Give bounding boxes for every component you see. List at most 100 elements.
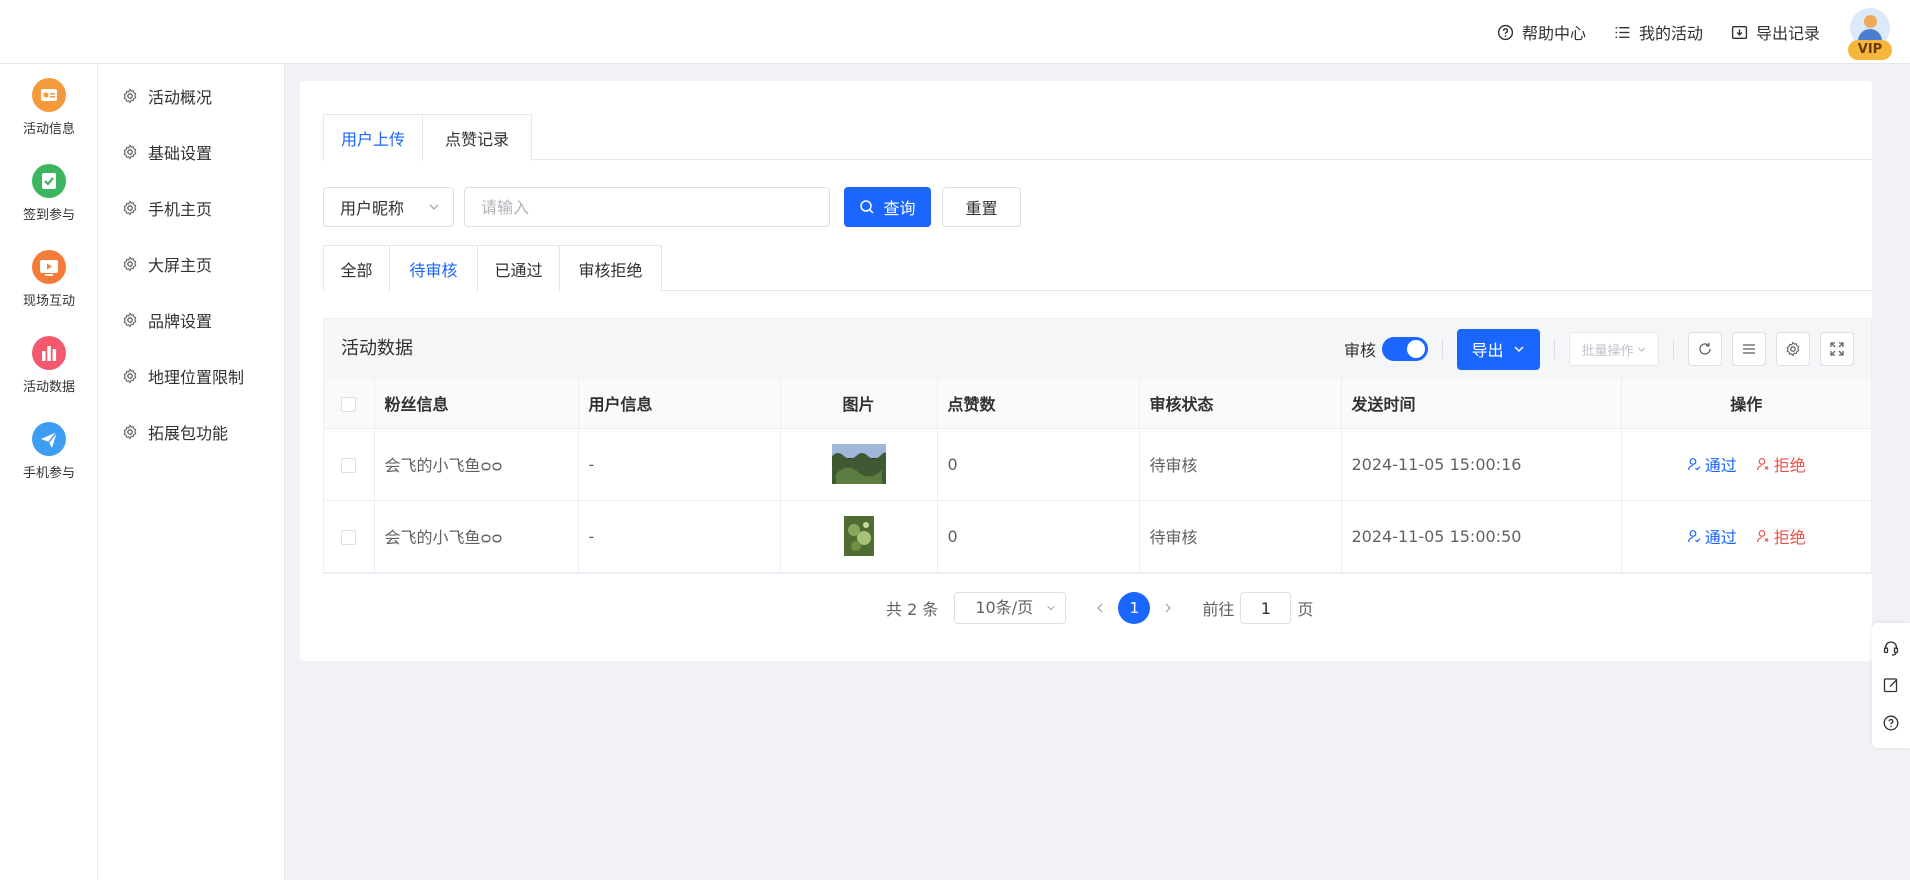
page-size-select[interactable]: 10条/页 <box>954 592 1067 624</box>
batch-label: 批量操作 <box>1581 343 1634 359</box>
tab-pending[interactable]: 待审核 <box>389 245 478 292</box>
pagination: 共 2 条 10条/页 1 前往 页 <box>886 592 1313 624</box>
approve-button[interactable]: 通过 <box>1687 452 1737 476</box>
export-records-link[interactable]: 导出记录 <box>1731 20 1820 44</box>
goto-page-input[interactable] <box>1240 592 1292 624</box>
page-number-current[interactable]: 1 <box>1118 592 1151 624</box>
refresh-icon <box>1699 342 1711 355</box>
tab-approved[interactable]: 已通过 <box>477 245 560 291</box>
activity-data-icon <box>32 335 66 370</box>
tab-rejected[interactable]: 审核拒绝 <box>559 245 662 291</box>
select-all-checkbox[interactable] <box>341 396 357 412</box>
reject-button[interactable]: 拒绝 <box>1756 524 1806 548</box>
subnav-item[interactable]: 活动概况 <box>98 68 284 124</box>
leftnav-label: 现场互动 <box>22 293 75 309</box>
photo-thumbnail[interactable] <box>843 516 874 556</box>
leftnav-item-mobile[interactable]: 手机参与 <box>0 408 98 494</box>
tab-like-records[interactable]: 点赞记录 <box>422 114 532 161</box>
subnav-item[interactable]: 品牌设置 <box>98 292 284 348</box>
data-table: 粉丝信息 用户信息 图片 点赞数 审核状态 发送时间 操作 会飞的小飞鱼ᴑᴑ - <box>324 379 1871 573</box>
divider <box>1554 339 1555 359</box>
page-size-value: 10条/页 <box>975 598 1034 617</box>
select-all-cell <box>324 379 375 429</box>
audit-label: 审核 <box>1343 341 1376 360</box>
query-button[interactable]: 查询 <box>844 187 931 227</box>
activity-info-icon <box>32 77 66 112</box>
audit-toggle[interactable] <box>1382 337 1428 361</box>
tab-user-upload[interactable]: 用户上传 <box>323 114 423 161</box>
chevron-down-icon <box>1513 346 1524 353</box>
customer-service-icon[interactable] <box>1882 639 1900 657</box>
col-send-time[interactable]: 发送时间 <box>1341 379 1622 429</box>
col-status[interactable]: 审核状态 <box>1139 379 1342 429</box>
batch-operation-button[interactable]: 批量操作 <box>1569 332 1659 366</box>
search-field-value: 用户昵称 <box>340 199 405 218</box>
table-title: 活动数据 <box>341 338 413 359</box>
image-cell <box>780 500 938 573</box>
fullscreen-button[interactable] <box>1820 332 1854 366</box>
fan-cell: 会飞的小飞鱼ᴑᴑ <box>374 500 579 573</box>
search-input[interactable] <box>464 187 830 227</box>
gear-icon <box>123 88 137 104</box>
refresh-button[interactable] <box>1688 332 1722 366</box>
row-checkbox[interactable] <box>341 457 357 473</box>
leftnav-item-activity-info[interactable]: 活动信息 <box>0 64 98 150</box>
toggle-knob <box>1407 340 1425 358</box>
subnav-item[interactable]: 地理位置限制 <box>98 348 284 404</box>
leftnav-item-checkin[interactable]: 签到参与 <box>0 150 98 236</box>
gear-icon <box>123 368 137 384</box>
user-check-icon <box>1687 458 1701 471</box>
help-center-link[interactable]: 帮助中心 <box>1497 20 1586 44</box>
download-box-icon <box>1731 25 1748 39</box>
photo-thumbnail[interactable] <box>831 444 886 484</box>
col-likes[interactable]: 点赞数 <box>937 379 1140 429</box>
actions-cell: 通过 拒绝 <box>1621 428 1871 501</box>
reset-button[interactable]: 重置 <box>942 187 1021 227</box>
tab-all[interactable]: 全部 <box>323 245 390 291</box>
content-tabs: 用户上传 点赞记录 <box>323 114 1872 161</box>
col-image[interactable]: 图片 <box>780 379 938 429</box>
next-page-icon[interactable] <box>1160 600 1176 616</box>
col-actions[interactable]: 操作 <box>1621 379 1871 429</box>
column-settings-button[interactable] <box>1776 332 1810 366</box>
user-cell: - <box>578 428 781 501</box>
gear-icon <box>123 312 137 328</box>
subnav-item-label: 品牌设置 <box>148 312 213 331</box>
density-button[interactable] <box>1732 332 1766 366</box>
gear-icon <box>123 424 137 440</box>
leftnav-item-data[interactable]: 活动数据 <box>0 322 98 408</box>
chevron-down-icon <box>1637 347 1645 352</box>
menu-lines-icon <box>1743 344 1755 354</box>
leftnav-item-live[interactable]: 现场互动 <box>0 236 98 322</box>
col-fan-info[interactable]: 粉丝信息 <box>374 379 579 429</box>
help-center-label: 帮助中心 <box>1521 24 1586 43</box>
time-cell: 2024-11-05 15:00:50 <box>1341 500 1622 573</box>
likes-cell: 0 <box>937 500 1140 573</box>
list-icon <box>1615 26 1630 38</box>
subnav-item[interactable]: 基础设置 <box>98 124 284 180</box>
export-button[interactable]: 导出 <box>1457 328 1540 370</box>
prev-page-icon[interactable] <box>1092 600 1108 616</box>
reject-label: 拒绝 <box>1773 456 1806 475</box>
subnav-item[interactable]: 手机主页 <box>98 180 284 236</box>
goto-label: 前往 <box>1202 600 1235 619</box>
avatar[interactable]: VIP <box>1848 8 1892 60</box>
export-records-label: 导出记录 <box>1755 24 1820 43</box>
search-icon <box>860 200 875 214</box>
approve-button[interactable]: 通过 <box>1687 524 1737 548</box>
divider <box>1673 339 1674 359</box>
subnav-item[interactable]: 拓展包功能 <box>98 404 284 460</box>
gear-icon <box>123 200 137 216</box>
subnav-item-label: 活动概况 <box>148 88 213 107</box>
row-checkbox[interactable] <box>341 529 357 545</box>
subnav-item[interactable]: 大屏主页 <box>98 236 284 292</box>
query-label: 查询 <box>883 199 916 218</box>
my-activities-link[interactable]: 我的活动 <box>1614 20 1703 44</box>
col-user-info[interactable]: 用户信息 <box>578 379 781 429</box>
reject-button[interactable]: 拒绝 <box>1756 452 1806 476</box>
edit-note-icon[interactable] <box>1882 676 1900 694</box>
search-field-select[interactable]: 用户昵称 <box>323 187 454 227</box>
help-circle-icon[interactable] <box>1882 714 1900 732</box>
leftnav-label: 活动信息 <box>22 121 75 137</box>
status-cell: 待审核 <box>1139 500 1342 573</box>
